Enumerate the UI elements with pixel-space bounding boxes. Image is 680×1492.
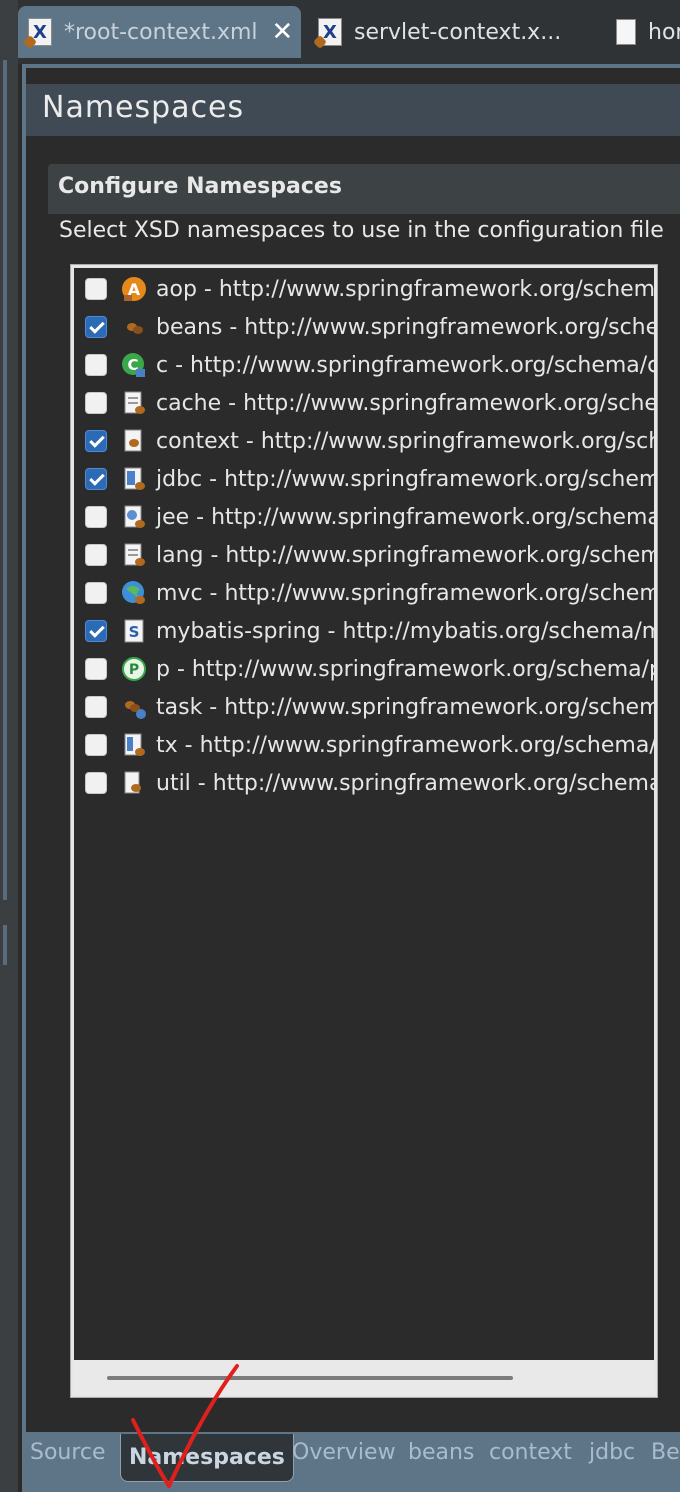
namespace-checkbox[interactable] [85, 658, 107, 680]
tab-namespaces[interactable]: Namespaces [120, 1434, 294, 1482]
file-icon [616, 19, 636, 45]
c-icon: C [120, 351, 148, 379]
editor-tab-bar: X *root-context.xml ✕ X servlet-context.… [18, 0, 680, 64]
namespace-row-mvc[interactable]: mvc - http://www.springframework.org/sch… [74, 574, 654, 612]
tab-context[interactable]: context [489, 1440, 572, 1465]
jdbc-icon [120, 465, 148, 493]
tab-jdbc[interactable]: jdbc [589, 1440, 635, 1465]
xml-file-icon: X [28, 18, 52, 46]
namespace-checkbox[interactable] [85, 506, 107, 528]
namespace-row-mybatis[interactable]: Smybatis-spring - http://mybatis.org/sch… [74, 612, 654, 650]
section-description: Select XSD namespaces to use in the conf… [59, 218, 664, 243]
editor-page-tabs: Source Namespaces Overview beans context jdbc… [22, 1432, 680, 1492]
namespace-label: mybatis-spring - http://mybatis.org/sche… [156, 618, 654, 644]
xml-file-icon: X [318, 18, 342, 46]
tx-icon [120, 731, 148, 759]
namespace-checkbox[interactable] [85, 316, 107, 338]
edge-highlight [3, 60, 7, 900]
mybatis-icon: S [120, 617, 148, 645]
namespace-row-jdbc[interactable]: jdbc - http://www.springframework.org/sc… [74, 460, 654, 498]
tab-label: hor [648, 19, 680, 45]
namespace-label: cache - http://www.springframework.org/s… [156, 390, 654, 416]
tab-home[interactable]: hor [606, 6, 680, 58]
namespace-label: context - http://www.springframework.org… [156, 428, 654, 454]
section-header[interactable]: Configure Namespaces [48, 164, 680, 214]
namespace-label: beans - http://www.springframework.org/s… [156, 314, 654, 340]
namespace-checkbox[interactable] [85, 772, 107, 794]
tab-beans[interactable]: beans [408, 1440, 474, 1465]
namespace-label: p - http://www.springframework.org/schem… [156, 656, 654, 682]
beans-icon [120, 313, 148, 341]
tab-servlet-context[interactable]: X servlet-context.x... [308, 6, 608, 58]
namespace-checkbox[interactable] [85, 620, 107, 642]
horizontal-scrollbar[interactable] [73, 1360, 655, 1395]
namespace-row-beans[interactable]: beans - http://www.springframework.org/s… [74, 308, 654, 346]
section-title: Configure Namespaces [58, 174, 342, 199]
namespace-list[interactable]: Aaop - http://www.springframework.org/sc… [70, 264, 658, 1398]
namespace-checkbox[interactable] [85, 582, 107, 604]
task-icon [120, 693, 148, 721]
namespace-row-cache[interactable]: cache - http://www.springframework.org/s… [74, 384, 654, 422]
tab-root-context[interactable]: X *root-context.xml ✕ [18, 6, 301, 58]
tab-overview[interactable]: Overview [292, 1440, 396, 1465]
tab-label: *root-context.xml [64, 19, 258, 45]
context-icon [120, 427, 148, 455]
namespace-label: util - http://www.springframework.org/sc… [156, 770, 654, 796]
namespace-label: c - http://www.springframework.org/schem… [156, 352, 654, 378]
namespace-checkbox[interactable] [85, 696, 107, 718]
namespace-checkbox[interactable] [85, 544, 107, 566]
close-icon[interactable]: ✕ [272, 17, 294, 47]
namespace-checkbox[interactable] [85, 468, 107, 490]
namespace-row-p[interactable]: Pp - http://www.springframework.org/sche… [74, 650, 654, 688]
namespace-label: task - http://www.springframework.org/sc… [156, 694, 654, 720]
svg-text:S: S [129, 623, 140, 641]
namespace-label: jdbc - http://www.springframework.org/sc… [156, 466, 654, 492]
tab-be[interactable]: Be [651, 1440, 680, 1465]
namespace-checkbox[interactable] [85, 430, 107, 452]
namespace-row-tx[interactable]: tx - http://www.springframework.org/sche… [74, 726, 654, 764]
namespace-row-jee[interactable]: jee - http://www.springframework.org/sch… [74, 498, 654, 536]
namespace-checkbox[interactable] [85, 734, 107, 756]
aop-icon: A [120, 275, 148, 303]
namespace-list-content: Aaop - http://www.springframework.org/sc… [74, 268, 654, 1362]
tab-source[interactable]: Source [30, 1440, 106, 1465]
page-title: Namespaces [42, 90, 245, 125]
cache-icon [120, 389, 148, 417]
namespace-row-lang[interactable]: lang - http://www.springframework.org/sc… [74, 536, 654, 574]
namespace-row-util[interactable]: util - http://www.springframework.org/sc… [74, 764, 654, 802]
scrollbar-thumb[interactable] [107, 1376, 513, 1380]
namespace-label: aop - http://www.springframework.org/sch… [156, 276, 654, 302]
namespace-row-aop[interactable]: Aaop - http://www.springframework.org/sc… [74, 270, 654, 308]
namespace-label: tx - http://www.springframework.org/sche… [156, 732, 654, 758]
p-icon: P [120, 655, 148, 683]
lang-icon [120, 541, 148, 569]
namespace-checkbox[interactable] [85, 278, 107, 300]
mvc-icon [120, 579, 148, 607]
left-window-edge [0, 0, 18, 1492]
tab-label: servlet-context.x... [354, 19, 562, 45]
namespace-label: jee - http://www.springframework.org/sch… [156, 504, 654, 530]
namespace-label: lang - http://www.springframework.org/sc… [156, 542, 654, 568]
namespace-row-context[interactable]: context - http://www.springframework.org… [74, 422, 654, 460]
jee-icon [120, 503, 148, 531]
page-title-bar: Namespaces [26, 84, 680, 136]
namespace-checkbox[interactable] [85, 354, 107, 376]
namespace-row-c[interactable]: Cc - http://www.springframework.org/sche… [74, 346, 654, 384]
namespace-row-task[interactable]: task - http://www.springframework.org/sc… [74, 688, 654, 726]
svg-text:P: P [129, 662, 139, 678]
edge-highlight [3, 925, 7, 965]
namespace-checkbox[interactable] [85, 392, 107, 414]
namespace-label: mvc - http://www.springframework.org/sch… [156, 580, 654, 606]
util-icon [120, 769, 148, 797]
